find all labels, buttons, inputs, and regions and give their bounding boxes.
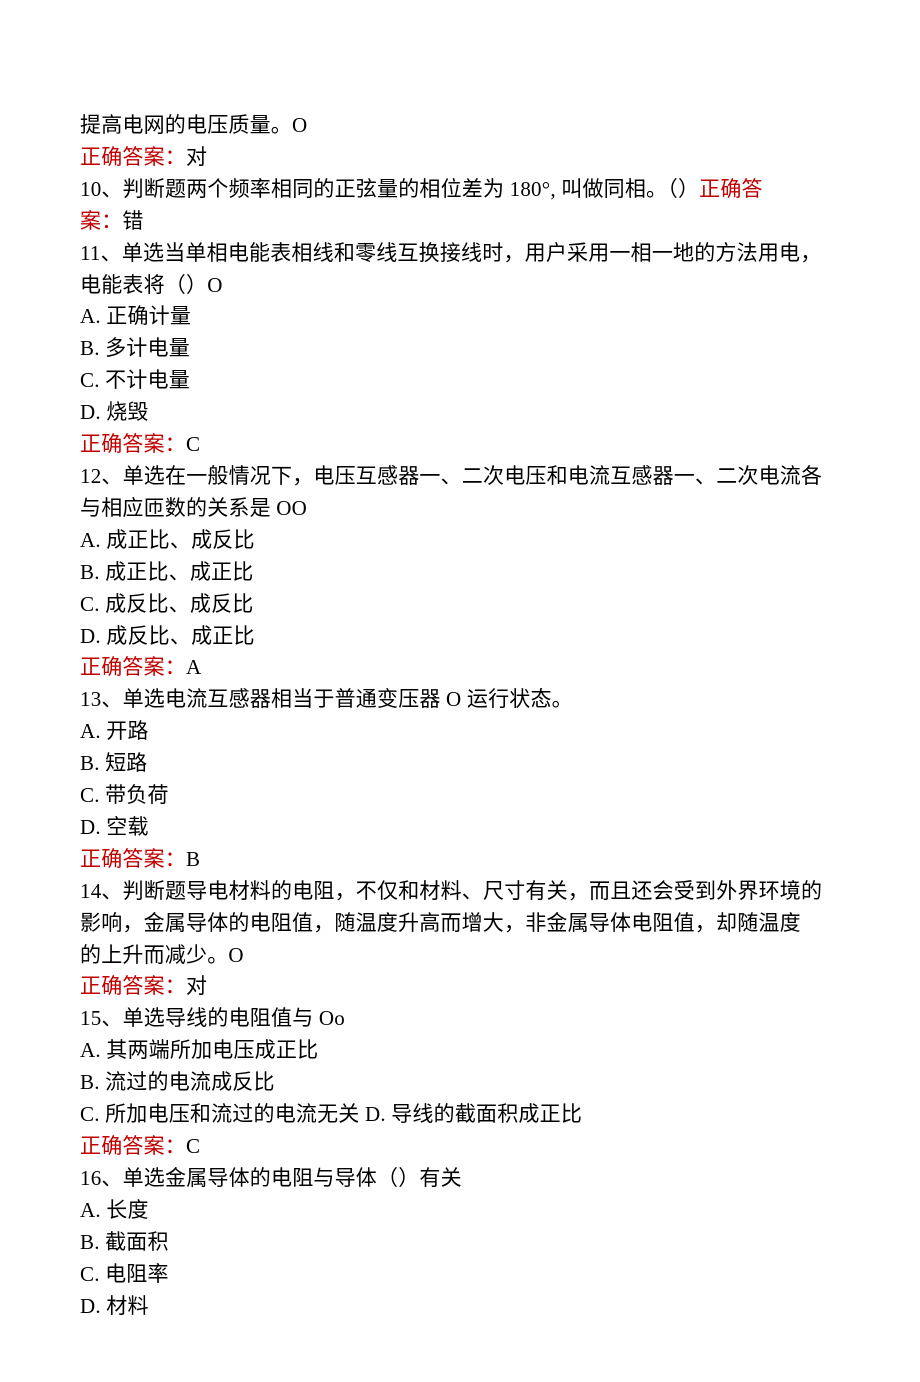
q12-answer: A xyxy=(186,655,201,679)
q10-stem: 10、判断题两个频率相同的正弦量的相位差为 180°, 叫做同相。（） xyxy=(80,177,699,201)
q10-answer-prefix-b: 案： xyxy=(80,209,122,233)
q16-option-c: C. 电阻率 xyxy=(80,1259,840,1291)
q13-answer-line: 正确答案：B xyxy=(80,844,840,876)
document-page: 提高电网的电压质量。O 正确答案：对 10、判断题两个频率相同的正弦量的相位差为… xyxy=(0,0,920,1382)
q11-line-1: 11、单选当单相电能表相线和零线互换接线时，用户采用一相一地的方法用电， xyxy=(80,238,840,270)
q14-answer: 对 xyxy=(186,974,207,998)
q13-option-b: B. 短路 xyxy=(80,748,840,780)
q15-option-cd: C. 所加电压和流过的电流无关 D. 导线的截面积成正比 xyxy=(80,1099,840,1131)
answer-prefix: 正确答案： xyxy=(80,847,186,871)
answer-prefix: 正确答案： xyxy=(80,145,186,169)
q14-line-2: 影响，金属导体的电阻值，随温度升高而增大，非金属导体电阻值，却随温度 xyxy=(80,908,840,940)
q9-answer-line: 正确答案：对 xyxy=(80,142,840,174)
q12-answer-line: 正确答案：A xyxy=(80,652,840,684)
q14-line-3: 的上升而减少。O xyxy=(80,940,840,972)
q13-option-c: C. 带负荷 xyxy=(80,780,840,812)
q13-line-1: 13、单选电流互感器相当于普通变压器 O 运行状态。 xyxy=(80,684,840,716)
q12-option-b: B. 成正比、成正比 xyxy=(80,557,840,589)
q14-answer-line: 正确答案：对 xyxy=(80,971,840,1003)
q12-line-1: 12、单选在一般情况下，电压互感器一、二次电压和电流互感器一、二次电流各 xyxy=(80,461,840,493)
q12-line-2: 与相应匝数的关系是 OO xyxy=(80,493,840,525)
q11-answer-line: 正确答案：C xyxy=(80,429,840,461)
q16-option-d: D. 材料 xyxy=(80,1291,840,1323)
q15-option-a: A. 其两端所加电压成正比 xyxy=(80,1035,840,1067)
q14-line-1: 14、判断题导电材料的电阻，不仅和材料、尺寸有关，而且还会受到外界环境的 xyxy=(80,876,840,908)
q16-option-b: B. 截面积 xyxy=(80,1227,840,1259)
q13-answer: B xyxy=(186,847,200,871)
q15-line-1: 15、单选导线的电阻值与 Oo xyxy=(80,1003,840,1035)
answer-prefix: 正确答案： xyxy=(80,655,186,679)
q9-tail-line: 提高电网的电压质量。O xyxy=(80,110,840,142)
q11-option-b: B. 多计电量 xyxy=(80,333,840,365)
q10-answer: 错 xyxy=(122,209,143,233)
q16-option-a: A. 长度 xyxy=(80,1195,840,1227)
answer-prefix: 正确答案： xyxy=(80,432,186,456)
q11-line-2: 电能表将（）O xyxy=(80,270,840,302)
q15-answer: C xyxy=(186,1134,200,1158)
q12-option-c: C. 成反比、成反比 xyxy=(80,589,840,621)
answer-prefix: 正确答案： xyxy=(80,974,186,998)
q11-answer: C xyxy=(186,432,200,456)
q12-option-a: A. 成正比、成反比 xyxy=(80,525,840,557)
q16-line-1: 16、单选金属导体的电阻与导体（）有关 xyxy=(80,1163,840,1195)
q11-option-d: D. 烧毁 xyxy=(80,397,840,429)
q11-option-c: C. 不计电量 xyxy=(80,365,840,397)
q13-option-d: D. 空载 xyxy=(80,812,840,844)
q10-line-2: 案：错 xyxy=(80,206,840,238)
q12-option-d: D. 成反比、成正比 xyxy=(80,621,840,653)
answer-prefix: 正确答案： xyxy=(80,1134,186,1158)
q10-line-1: 10、判断题两个频率相同的正弦量的相位差为 180°, 叫做同相。（）正确答 xyxy=(80,174,840,206)
q11-option-a: A. 正确计量 xyxy=(80,301,840,333)
q15-option-b: B. 流过的电流成反比 xyxy=(80,1067,840,1099)
q13-option-a: A. 开路 xyxy=(80,716,840,748)
q15-answer-line: 正确答案：C xyxy=(80,1131,840,1163)
q10-answer-prefix-a: 正确答 xyxy=(699,177,763,201)
q9-answer: 对 xyxy=(186,145,207,169)
